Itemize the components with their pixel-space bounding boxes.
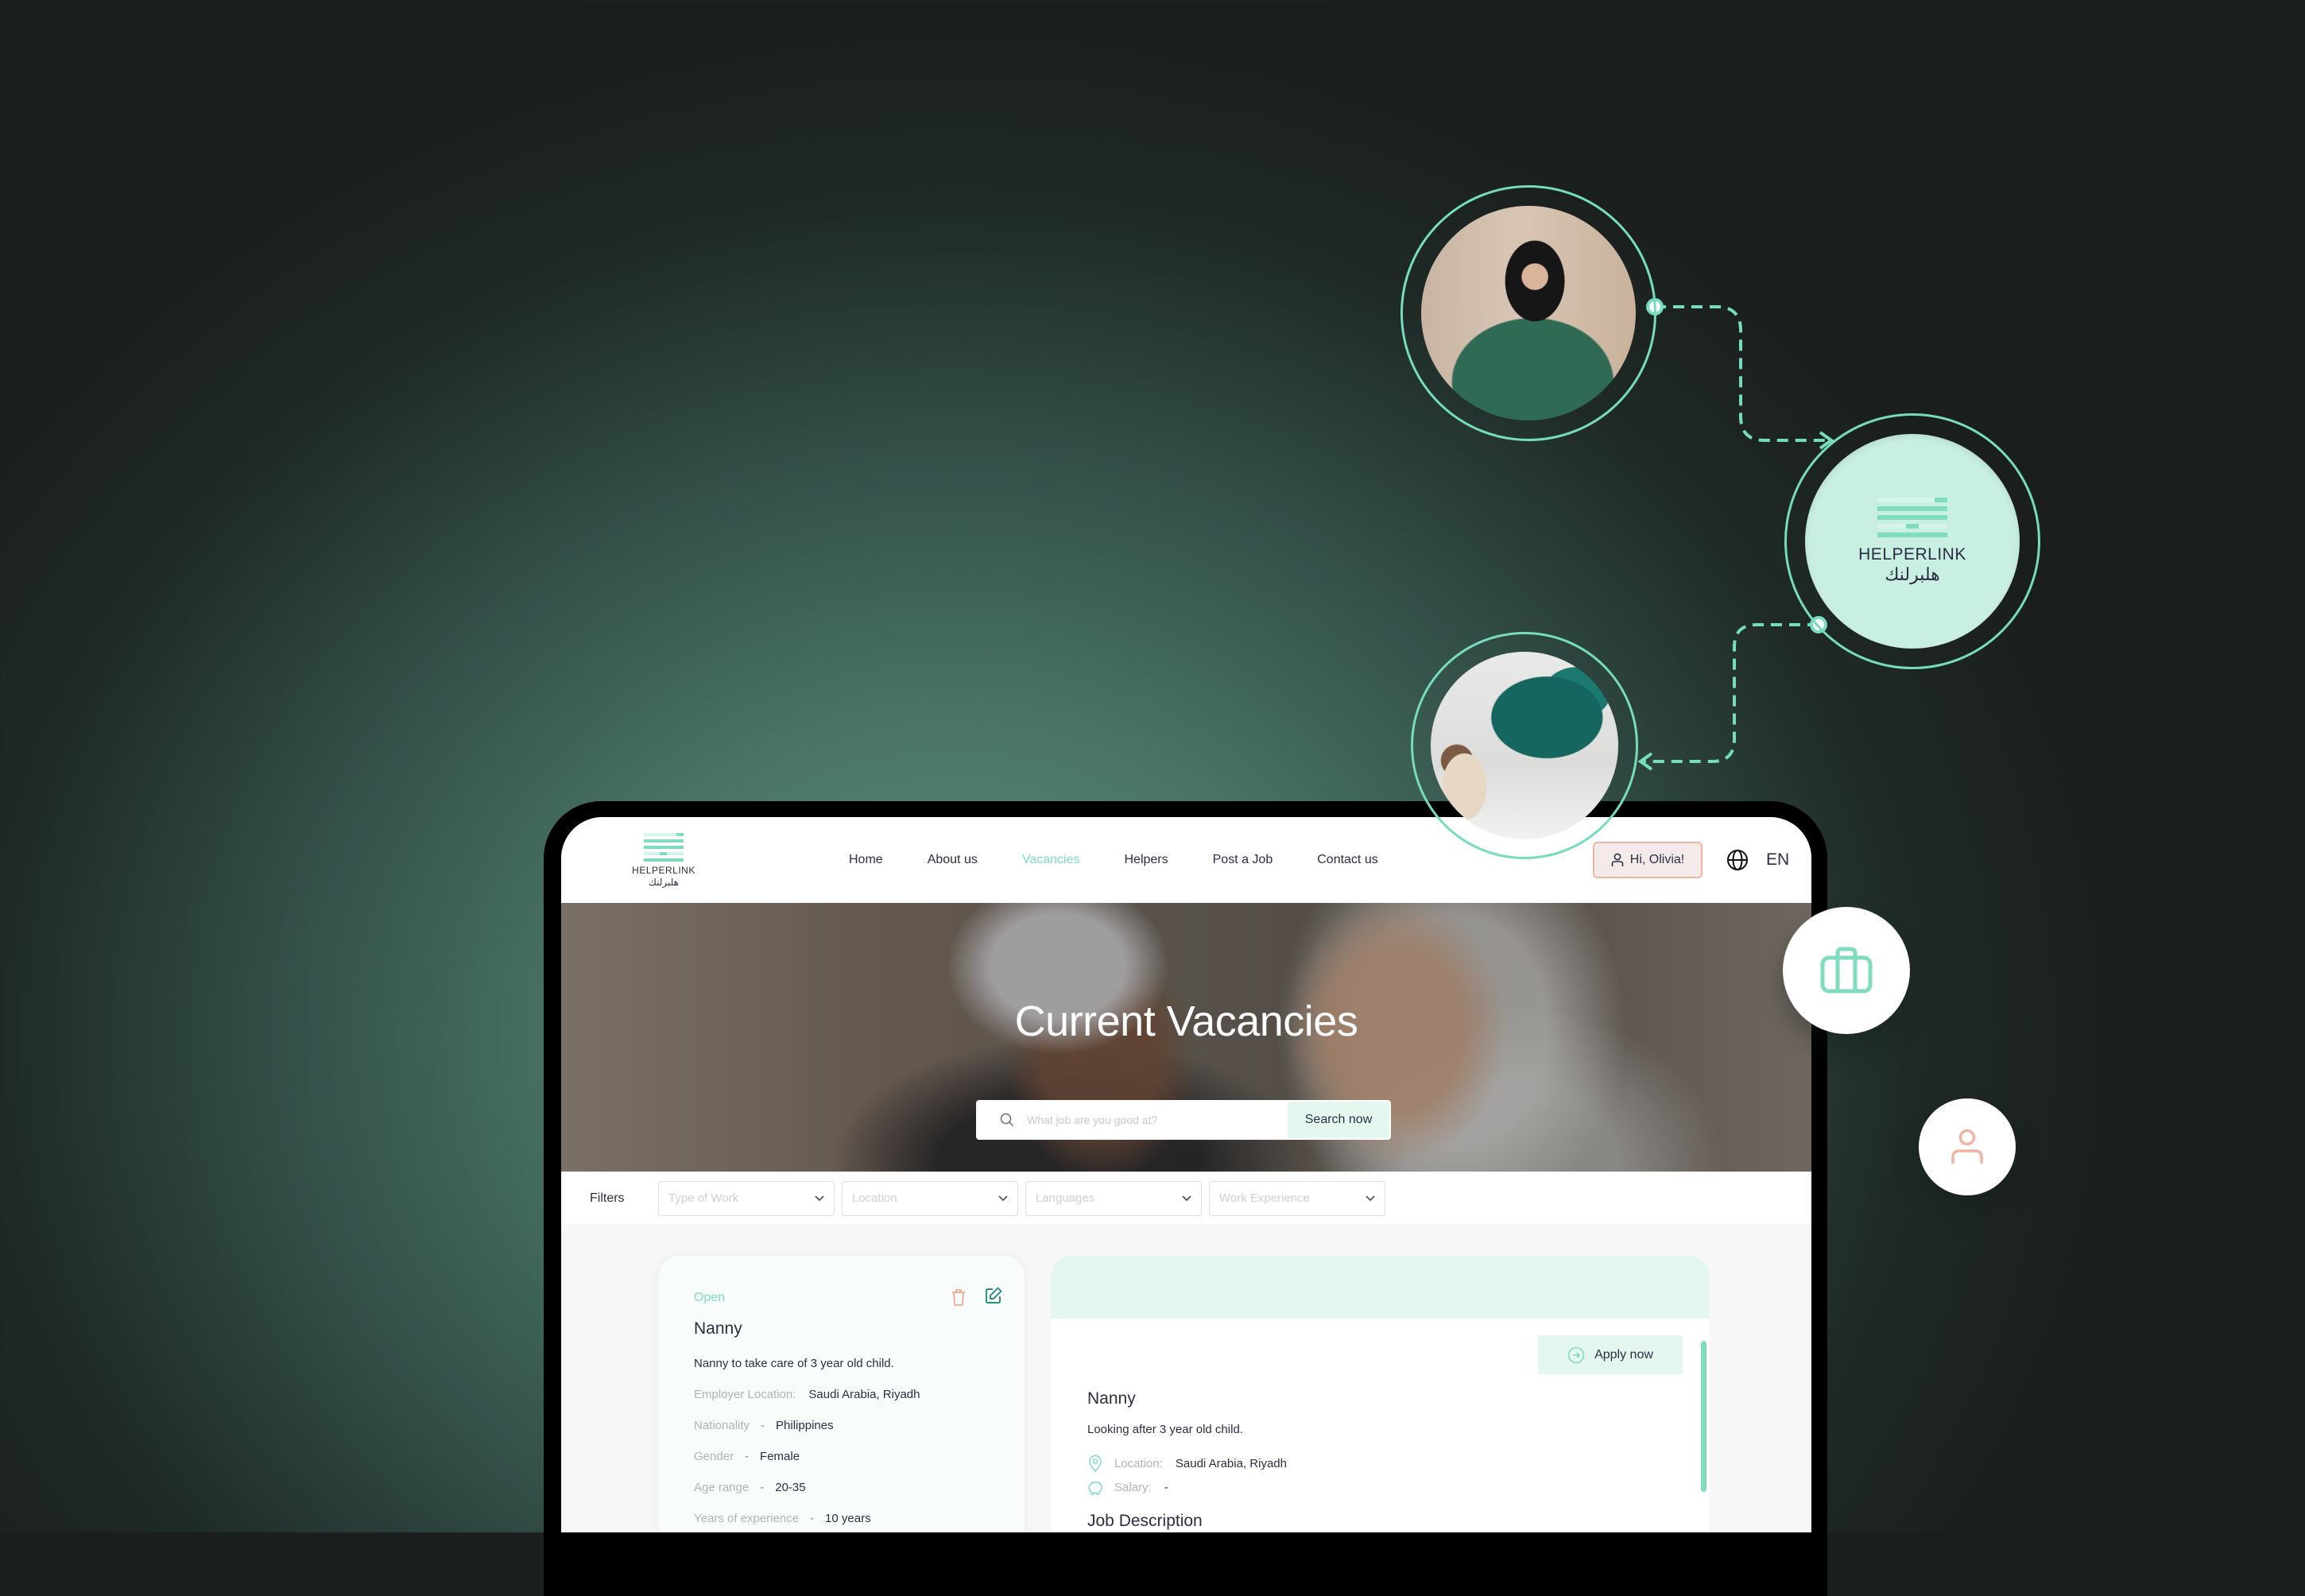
browser-screen: HELPERLINK هلبرلنك Home About us Vacanci… xyxy=(561,817,1811,1532)
field-separator: - xyxy=(810,1512,815,1525)
field-label: Gender xyxy=(694,1450,734,1463)
job-card[interactable]: Open Nanny Nanny to take care of 3 year … xyxy=(659,1256,1025,1532)
user-icon xyxy=(1951,1129,1983,1164)
globe-icon[interactable] xyxy=(1726,849,1749,871)
search-bar: Search now xyxy=(976,1100,1391,1140)
field-label: Years of experience xyxy=(694,1512,800,1525)
user-greeting: Hi, Olivia! xyxy=(1629,853,1685,866)
select-placeholder: Work Experience xyxy=(1219,1191,1310,1205)
field-value: 10 years xyxy=(825,1512,871,1525)
type-of-work-select[interactable]: Type of Work xyxy=(658,1180,835,1216)
select-placeholder: Type of Work xyxy=(668,1191,739,1205)
nav-home[interactable]: Home xyxy=(849,853,883,867)
nav-vacancies[interactable]: Vacancies xyxy=(1022,853,1080,867)
field-label: Nationality xyxy=(694,1419,750,1432)
woman-with-sheet-photo xyxy=(1431,652,1618,839)
nationality-row: Nationality - Philippines xyxy=(694,1419,834,1432)
helperlink-logo-circle: HELPERLINK هلبرلنك xyxy=(1805,434,2020,649)
status-badge: Open xyxy=(694,1291,726,1304)
detail-scrollbar[interactable] xyxy=(1701,1341,1706,1492)
chevron-down-icon xyxy=(815,1195,824,1201)
experience-row: Years of experience - 10 years xyxy=(694,1512,871,1525)
job-description-heading: Job Description xyxy=(1087,1512,1203,1530)
field-value: Saudi Arabia, Riyadh xyxy=(808,1388,920,1401)
user-menu-button[interactable]: Hi, Olivia! xyxy=(1593,842,1703,878)
site-logo[interactable]: HELPERLINK هلبرلنك xyxy=(632,833,695,888)
field-value: Female xyxy=(760,1450,800,1463)
location-pin-icon xyxy=(1089,1455,1102,1472)
employer-location-row: Employer Location: Saudi Arabia, Riyadh xyxy=(694,1388,920,1401)
location-select[interactable]: Location xyxy=(842,1180,1018,1216)
logo-text-ar: هلبرلنك xyxy=(1885,564,1940,584)
field-separator: - xyxy=(745,1450,750,1463)
edit-icon[interactable] xyxy=(984,1286,1003,1305)
detail-job-description: Looking after 3 year old child. xyxy=(1087,1423,1243,1436)
main-nav: Home About us Vacancies Helpers Post a J… xyxy=(849,817,1423,903)
job-detail-banner xyxy=(1051,1256,1710,1319)
piggy-bank-icon xyxy=(1088,1481,1102,1495)
woman-with-cup-photo xyxy=(1421,206,1636,420)
field-value: - xyxy=(1164,1480,1168,1494)
connector-top-to-logo xyxy=(1655,305,1828,442)
page-title: Current Vacancies xyxy=(1014,998,1358,1045)
apply-now-button[interactable]: Apply now xyxy=(1538,1335,1683,1374)
work-experience-select[interactable]: Work Experience xyxy=(1209,1180,1385,1216)
logo-mark-icon xyxy=(644,833,684,862)
search-icon xyxy=(1000,1113,1014,1127)
logo-mark-icon xyxy=(1877,498,1947,537)
field-value: Philippines xyxy=(776,1419,834,1432)
nav-helpers[interactable]: Helpers xyxy=(1124,853,1168,867)
logo-text-ar: هلبرلنك xyxy=(649,877,679,888)
site-header: HELPERLINK هلبرلنك Home About us Vacanci… xyxy=(561,817,1811,904)
search-now-button[interactable]: Search now xyxy=(1288,1102,1389,1138)
chevron-down-icon xyxy=(1366,1195,1375,1201)
briefcase-icon xyxy=(1820,947,1873,994)
filters-label: Filters xyxy=(590,1191,625,1205)
connector-logo-to-bottom xyxy=(1644,623,1819,763)
vacancies-content: Open Nanny Nanny to take care of 3 year … xyxy=(561,1225,1811,1532)
nav-about-us[interactable]: About us xyxy=(928,853,978,867)
detail-location-row: Location: Saudi Arabia, Riyadh xyxy=(1087,1455,1287,1472)
field-label: Salary: xyxy=(1114,1480,1152,1494)
field-value: Saudi Arabia, Riyadh xyxy=(1175,1456,1287,1470)
chevron-down-icon xyxy=(1182,1195,1191,1201)
gender-row: Gender - Female xyxy=(694,1450,800,1463)
language-selector[interactable]: EN xyxy=(1766,849,1789,871)
detail-salary-row: Salary: - xyxy=(1087,1478,1168,1496)
field-label: Location: xyxy=(1114,1456,1163,1470)
job-title: Nanny xyxy=(694,1319,742,1338)
field-value: 20-35 xyxy=(775,1481,806,1494)
detail-job-title: Nanny xyxy=(1087,1389,1136,1408)
select-placeholder: Location xyxy=(852,1191,897,1205)
user-icon xyxy=(1611,853,1624,866)
job-description: Nanny to take care of 3 year old child. xyxy=(694,1357,894,1370)
field-label: Age range xyxy=(694,1481,750,1494)
field-separator: - xyxy=(761,1419,765,1432)
job-detail-panel: Apply now Nanny Looking after 3 year old… xyxy=(1051,1256,1710,1532)
trash-icon[interactable] xyxy=(950,1288,967,1307)
arrowhead-to-bottom xyxy=(1637,752,1653,771)
arrow-circle-right-icon xyxy=(1567,1346,1585,1363)
select-placeholder: Languages xyxy=(1036,1191,1095,1205)
chevron-down-icon xyxy=(998,1195,1008,1201)
nav-contact-us[interactable]: Contact us xyxy=(1317,853,1377,867)
filters-bar: Filters Type of Work Location Languages … xyxy=(561,1172,1811,1225)
field-separator: - xyxy=(760,1481,765,1494)
logo-text-en: HELPERLINK xyxy=(632,865,695,876)
logo-text-en: HELPERLINK xyxy=(1858,545,1966,564)
search-input[interactable] xyxy=(1025,1113,1288,1127)
apply-now-label: Apply now xyxy=(1594,1347,1653,1362)
profile-button[interactable] xyxy=(1919,1098,2016,1195)
field-label: Employer Location: xyxy=(694,1388,796,1401)
languages-select[interactable]: Languages xyxy=(1025,1180,1202,1216)
age-range-row: Age range - 20-35 xyxy=(694,1481,806,1494)
nav-post-a-job[interactable]: Post a Job xyxy=(1213,853,1273,867)
hero-banner: Current Vacancies Search now xyxy=(561,903,1811,1172)
